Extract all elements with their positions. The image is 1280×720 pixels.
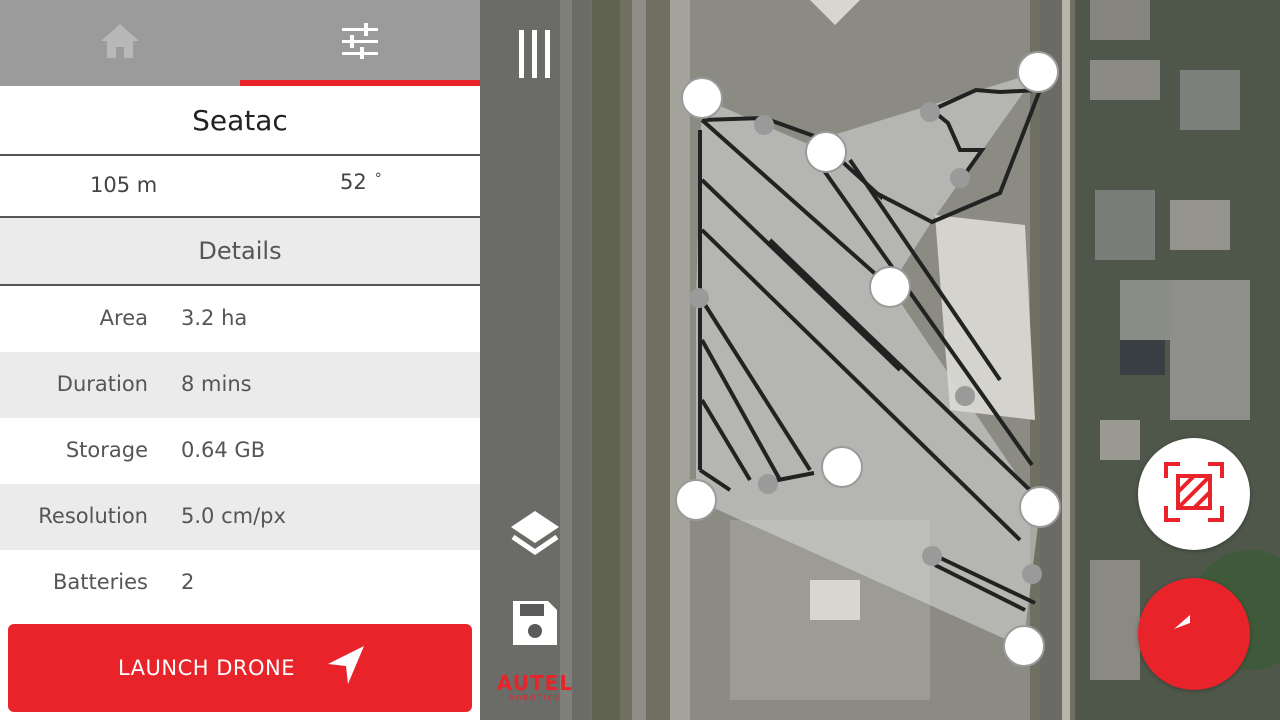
midpoint-handle[interactable] <box>955 386 975 406</box>
tab-bar <box>0 0 480 86</box>
mission-stats: 105 m 52 ° <box>0 156 480 218</box>
distance-value: 105 m <box>90 173 158 197</box>
midpoint-handle[interactable] <box>689 288 709 308</box>
map-grass-strip <box>592 0 620 720</box>
map-building <box>1120 340 1165 375</box>
vertex-handle[interactable] <box>1017 51 1059 93</box>
map-building <box>1095 190 1155 260</box>
map-building <box>1090 0 1150 40</box>
detail-value: 8 mins <box>181 372 252 396</box>
vertex-handle[interactable] <box>1019 486 1061 528</box>
degree-symbol: ° <box>374 171 382 187</box>
save-button[interactable] <box>505 595 565 655</box>
brand-logo: AUTEL ROBOTICS <box>490 672 580 703</box>
map-building <box>1170 200 1230 250</box>
angle-stat: 52 ° <box>340 170 382 194</box>
angle-value: 52 <box>340 170 367 194</box>
midpoint-handle[interactable] <box>754 115 774 135</box>
details-heading[interactable]: Details <box>0 218 480 286</box>
fit-area-button[interactable] <box>1138 438 1250 550</box>
map-highway <box>1040 0 1062 720</box>
tab-home[interactable] <box>0 0 240 86</box>
detail-row-area: Area 3.2 ha <box>0 286 480 352</box>
detail-row-duration: Duration 8 mins <box>0 352 480 418</box>
detail-label: Duration <box>56 372 148 396</box>
vertex-handle[interactable] <box>821 446 863 488</box>
midpoint-handle[interactable] <box>950 168 970 188</box>
detail-label: Storage <box>65 438 148 462</box>
detail-row-batteries: Batteries 2 <box>0 550 480 616</box>
app-root: AUTEL ROBOTICS Seatac 105 m 52 ° Details… <box>0 0 1280 720</box>
mission-title: Seatac <box>0 86 480 156</box>
detail-label: Batteries <box>53 570 148 594</box>
map-building <box>1090 60 1160 100</box>
midpoint-handle[interactable] <box>922 546 942 566</box>
undo-icon <box>1174 615 1214 653</box>
vertex-handle[interactable] <box>869 266 911 308</box>
midpoint-handle[interactable] <box>1022 564 1042 584</box>
vertex-handle[interactable] <box>1003 625 1045 667</box>
fit-area-icon <box>1164 462 1224 526</box>
mission-panel: Seatac 105 m 52 ° Details Area 3.2 ha Dur… <box>0 0 480 720</box>
detail-value: 5.0 cm/px <box>181 504 286 528</box>
detail-row-storage: Storage 0.64 GB <box>0 418 480 484</box>
brand-name: AUTEL <box>496 671 574 695</box>
layers-button[interactable] <box>505 505 565 565</box>
launch-drone-button[interactable]: LAUNCH DRONE <box>8 624 472 712</box>
map-parking <box>1090 560 1140 680</box>
undo-button[interactable] <box>1138 578 1250 690</box>
map-building <box>1100 420 1140 460</box>
menu-icon <box>517 28 553 84</box>
sliders-icon <box>340 23 380 63</box>
map-taxiway <box>632 0 646 720</box>
save-icon <box>510 598 560 652</box>
menu-button[interactable] <box>505 28 565 84</box>
map-rail <box>1062 0 1070 720</box>
home-icon <box>100 23 140 63</box>
detail-value: 2 <box>181 570 195 594</box>
detail-label: Area <box>99 306 148 330</box>
map-parking <box>1170 280 1250 420</box>
navigation-arrow-icon <box>326 644 366 690</box>
midpoint-handle[interactable] <box>920 102 940 122</box>
tab-settings[interactable] <box>240 0 480 86</box>
brand-subtitle: ROBOTICS <box>508 694 562 702</box>
detail-row-resolution: Resolution 5.0 cm/px <box>0 484 480 550</box>
vertex-handle[interactable] <box>675 479 717 521</box>
map-terminal-building <box>810 580 860 620</box>
layers-icon <box>509 507 561 563</box>
vertex-handle[interactable] <box>805 131 847 173</box>
detail-value: 0.64 GB <box>181 438 266 462</box>
launch-drone-label: LAUNCH DRONE <box>118 656 296 680</box>
detail-value: 3.2 ha <box>181 306 248 330</box>
vertex-handle[interactable] <box>681 77 723 119</box>
map-building <box>1180 70 1240 130</box>
detail-label: Resolution <box>38 504 148 528</box>
midpoint-handle[interactable] <box>758 474 778 494</box>
